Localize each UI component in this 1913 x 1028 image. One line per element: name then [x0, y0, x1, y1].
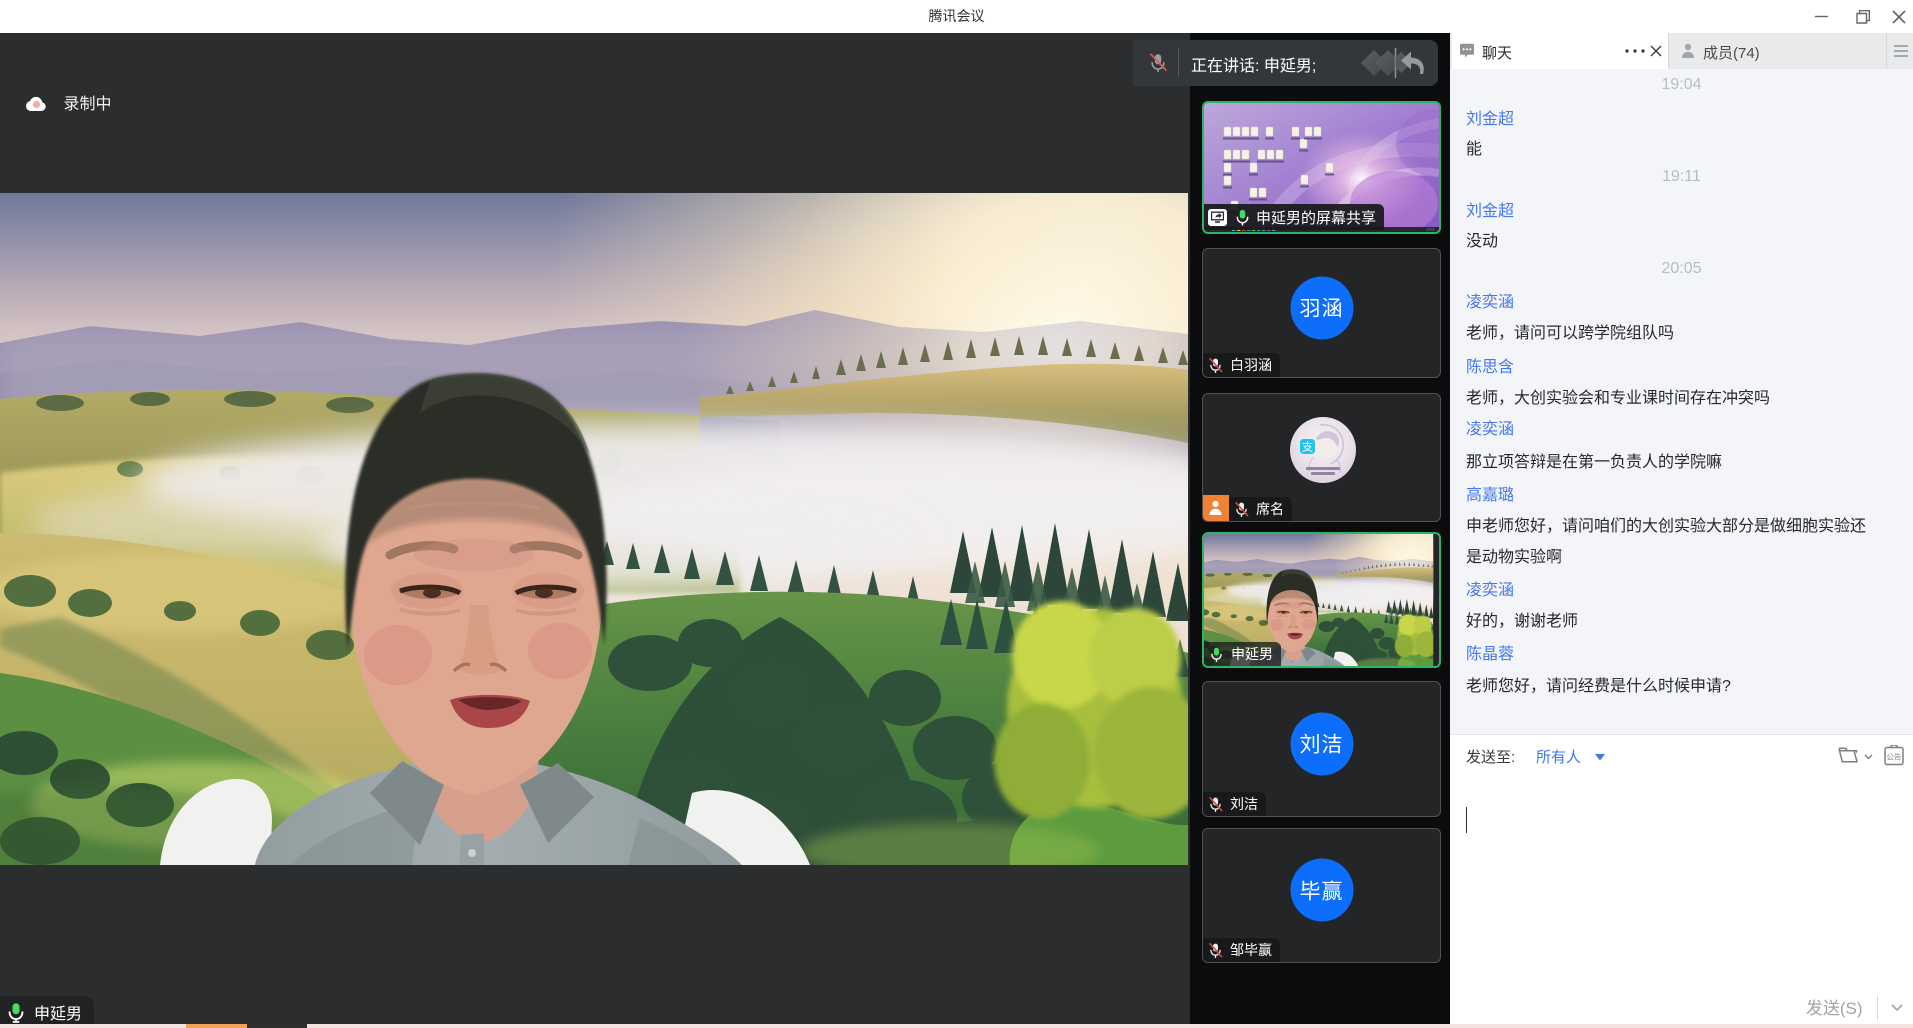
svg-text:支: 支	[1302, 441, 1313, 454]
svg-text:公告: 公告	[1887, 752, 1903, 762]
